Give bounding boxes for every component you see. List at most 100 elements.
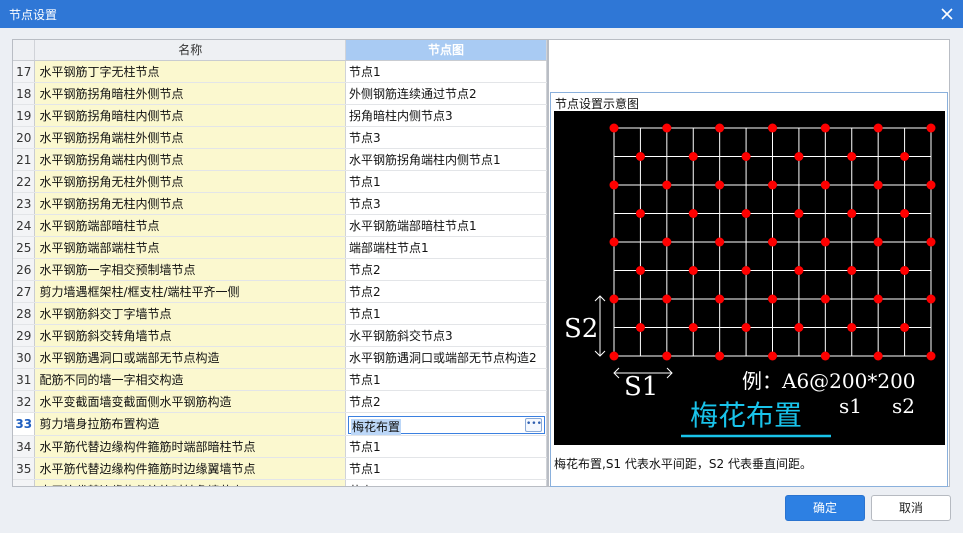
table-row[interactable]: 27 剪力墙遇框架柱/框支柱/端柱平齐一侧 节点2: [13, 280, 547, 303]
tie-bar-dot: [688, 266, 698, 275]
node-cell[interactable]: 节点3: [345, 126, 547, 149]
tie-bar-dot: [768, 180, 777, 190]
cancel-button[interactable]: 取消: [871, 495, 951, 521]
name-cell: 水平钢筋拐角无柱外侧节点: [34, 170, 347, 193]
name-cell: 水平筋代替边缘构件箍筋时端部暗柱节点: [34, 435, 347, 458]
node-diagram: S2 S1 例：A6@200*200 梅花布置 s1 s2: [554, 111, 945, 445]
tie-bar-dot: [820, 180, 830, 190]
node-cell[interactable]: 节点1: [345, 435, 547, 458]
name-cell: 水平钢筋拐角端柱外侧节点: [34, 126, 347, 149]
tie-bar-dot: [768, 294, 777, 304]
name-cell: 水平筋代替边缘构件箍筋时转角墙节点: [34, 479, 347, 486]
row-number: 34: [13, 435, 36, 458]
tie-bar-dot: [715, 123, 725, 133]
tie-bar-dot: [873, 237, 883, 247]
node-cell[interactable]: 节点1: [345, 170, 547, 193]
table-row[interactable]: 28 水平钢筋斜交丁字墙节点 节点1: [13, 302, 547, 325]
tie-bar-dot: [926, 180, 936, 190]
tie-bar-dot: [900, 209, 910, 218]
node-cell[interactable]: 端部端柱节点1: [345, 236, 547, 259]
tie-bar-dot: [900, 323, 910, 332]
node-cell[interactable]: 节点2: [345, 258, 547, 281]
ellipsis-icon[interactable]: •••: [525, 417, 542, 432]
node-cell[interactable]: 水平钢筋端部暗柱节点1: [345, 214, 547, 237]
s2-dimension-label: S2: [564, 314, 598, 344]
node-cell[interactable]: 拐角暗柱内侧节点3: [345, 104, 547, 127]
tie-bar-dot: [635, 323, 645, 332]
tie-bar-dot: [635, 209, 645, 218]
table-row[interactable]: 33 剪力墙身拉筋布置构造 梅花布置 •••: [13, 412, 547, 436]
name-cell: 水平钢筋端部暗柱节点: [34, 214, 347, 237]
name-cell: 水平钢筋丁字无柱节点: [34, 60, 347, 83]
row-number: 18: [13, 82, 36, 105]
row-number: 32: [13, 390, 36, 413]
table-row[interactable]: 22 水平钢筋拐角无柱外侧节点 节点1: [13, 170, 547, 193]
s1-small-label: s1: [839, 394, 862, 418]
node-cell[interactable]: 梅花布置 •••: [345, 412, 547, 436]
tie-bar-dot: [635, 266, 645, 275]
node-editor-input[interactable]: 梅花布置 •••: [348, 415, 545, 435]
node-cell[interactable]: 节点1: [345, 479, 547, 486]
name-cell: 水平筋代替边缘构件箍筋时边缘翼墙节点: [34, 457, 347, 480]
table-row[interactable]: 20 水平钢筋拐角端柱外侧节点 节点3: [13, 126, 547, 149]
tie-bar-dot: [820, 123, 830, 133]
name-column-header[interactable]: 名称: [34, 40, 347, 61]
tie-bar-dot: [847, 266, 857, 275]
table-row[interactable]: 36水平筋代替边缘构件箍筋时转角墙节点节点1: [13, 479, 547, 486]
table-row[interactable]: 21 水平钢筋拐角端柱内侧节点 水平钢筋拐角端柱内侧节点1: [13, 148, 547, 171]
row-number: 25: [13, 236, 36, 259]
tie-bar-dot: [662, 180, 672, 190]
name-cell: 水平钢筋一字相交预制墙节点: [34, 258, 347, 281]
tie-bar-dot: [741, 152, 751, 161]
row-number: 30: [13, 346, 36, 369]
diagram-title: 梅花布置: [690, 399, 802, 432]
close-icon[interactable]: [937, 4, 957, 24]
name-cell: 水平钢筋拐角暗柱内侧节点: [34, 104, 347, 127]
node-cell[interactable]: 水平钢筋遇洞口或端部无节点构造2: [345, 346, 547, 369]
node-cell[interactable]: 水平钢筋斜交节点3: [345, 324, 547, 347]
node-column-header[interactable]: 节点图: [345, 40, 547, 61]
node-cell[interactable]: 节点1: [345, 302, 547, 325]
row-number: 23: [13, 192, 36, 215]
node-cell[interactable]: 节点3: [345, 192, 547, 215]
tie-bar-dot: [900, 152, 910, 161]
tie-bar-dot: [873, 123, 883, 133]
tie-bar-dot: [715, 180, 725, 190]
tie-bar-dot: [741, 266, 751, 275]
name-cell: 水平钢筋拐角端柱内侧节点: [34, 148, 347, 171]
preview-description: 梅花布置,S1 代表水平间距，S2 代表垂直间距。: [554, 457, 812, 471]
row-number: 19: [13, 104, 36, 127]
table-row[interactable]: 30 水平钢筋遇洞口或端部无节点构造 水平钢筋遇洞口或端部无节点构造2: [13, 346, 547, 369]
name-cell: 水平钢筋端部端柱节点: [34, 236, 347, 259]
node-cell[interactable]: 节点1: [345, 368, 547, 391]
table-row[interactable]: 19 水平钢筋拐角暗柱内侧节点 拐角暗柱内侧节点3: [13, 104, 547, 127]
table-row[interactable]: 35 水平筋代替边缘构件箍筋时边缘翼墙节点 节点1: [13, 457, 547, 480]
tie-bar-dot: [873, 294, 883, 304]
tie-bar-dot: [873, 351, 883, 361]
preview-label: 节点设置示意图: [555, 97, 640, 111]
tie-bar-dot: [900, 266, 910, 275]
ok-button[interactable]: 确定: [785, 495, 865, 521]
table-row[interactable]: 23 水平钢筋拐角无柱内侧节点 节点3: [13, 192, 547, 215]
table-row[interactable]: 31 配筋不同的墙一字相交构造 节点1: [13, 368, 547, 391]
tie-bar-dot: [926, 237, 936, 247]
table-row[interactable]: 24 水平钢筋端部暗柱节点 水平钢筋端部暗柱节点1: [13, 214, 547, 237]
name-cell: 剪力墙遇框架柱/框支柱/端柱平齐一侧: [34, 280, 347, 303]
table-row[interactable]: 34 水平筋代替边缘构件箍筋时端部暗柱节点 节点1: [13, 435, 547, 458]
node-cell[interactable]: 节点2: [345, 390, 547, 413]
table-row[interactable]: 18 水平钢筋拐角暗柱外侧节点 外侧钢筋连续通过节点2: [13, 82, 547, 105]
node-cell[interactable]: 节点1: [345, 457, 547, 480]
table-row[interactable]: 26 水平钢筋一字相交预制墙节点 节点2: [13, 258, 547, 281]
node-cell[interactable]: 水平钢筋拐角端柱内侧节点1: [345, 148, 547, 171]
table-row[interactable]: 25 水平钢筋端部端柱节点 端部端柱节点1: [13, 236, 547, 259]
name-cell: 水平钢筋斜交丁字墙节点: [34, 302, 347, 325]
node-cell[interactable]: 节点1: [345, 60, 547, 83]
table-row[interactable]: 29 水平钢筋斜交转角墙节点 水平钢筋斜交节点3: [13, 324, 547, 347]
node-cell[interactable]: 节点2: [345, 280, 547, 303]
node-cell[interactable]: 外侧钢筋连续通过节点2: [345, 82, 547, 105]
row-number: 36: [13, 479, 36, 486]
s2-small-label: s2: [892, 394, 915, 418]
table-row[interactable]: 32 水平变截面墙变截面侧水平钢筋构造 节点2: [13, 390, 547, 413]
row-number: 20: [13, 126, 36, 149]
table-row[interactable]: 17 水平钢筋丁字无柱节点 节点1: [13, 60, 547, 83]
